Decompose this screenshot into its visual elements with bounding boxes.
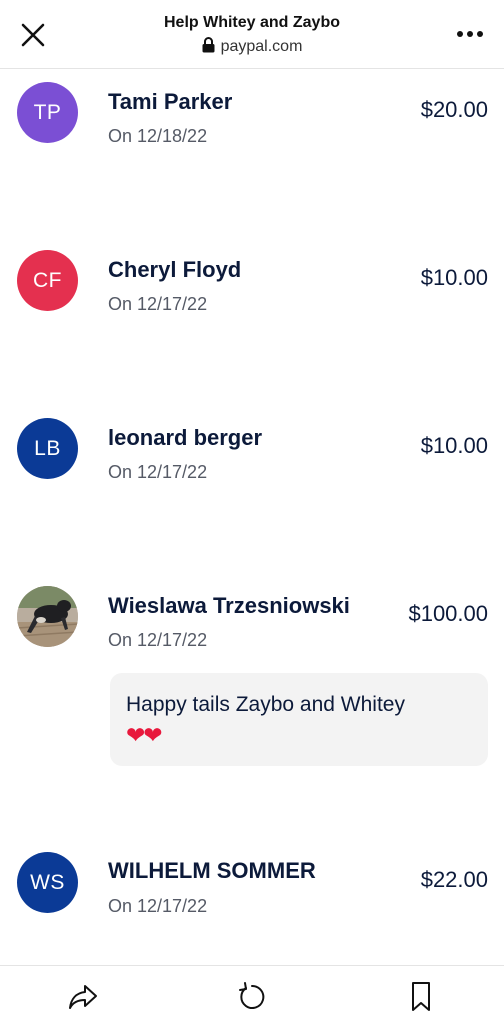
refresh-icon	[239, 982, 265, 1009]
bookmark-icon	[412, 982, 430, 1011]
heart-emoji: ❤❤	[126, 722, 163, 748]
donation-date: On 12/17/22	[108, 294, 208, 314]
avatar: CF	[17, 250, 78, 311]
refresh-button[interactable]	[235, 979, 269, 1013]
donation-amount: $10.00	[420, 265, 488, 290]
donation-date: On 12/17/22	[108, 896, 208, 916]
share-button[interactable]	[66, 979, 100, 1013]
avatar: WS	[17, 852, 78, 913]
avatar: TP	[17, 82, 78, 143]
donor-name: Wieslawa Trzesniowski	[108, 593, 350, 618]
donation-amount: $22.00	[420, 867, 488, 892]
page-title: Help Whitey and Zaybo	[163, 14, 340, 31]
donation-date: On 12/17/22	[108, 630, 208, 650]
lock-icon	[202, 37, 215, 53]
page-url: paypal.com	[0, 37, 504, 56]
bookmark-button[interactable]	[404, 979, 438, 1013]
donation-amount: $20.00	[420, 97, 488, 122]
bottom-toolbar	[0, 965, 504, 1023]
donation-amount: $10.00	[420, 433, 488, 458]
donation-amount: $100.00	[408, 601, 488, 626]
avatar-photo	[17, 586, 78, 647]
donation-date: On 12/17/22	[108, 462, 208, 482]
more-options-icon	[457, 31, 483, 37]
browser-header: Help Whitey and Zaybo paypal.com	[0, 0, 504, 69]
share-icon	[69, 985, 97, 1009]
dog-photo-icon	[17, 586, 78, 647]
donor-name: Cheryl Floyd	[108, 257, 242, 282]
donor-message-text: Happy tails Zaybo and Whitey	[126, 693, 405, 716]
donor-name: WILHELM SOMMER	[108, 858, 316, 883]
donor-message: Happy tails Zaybo and Whitey ❤❤	[110, 673, 488, 766]
donor-name: Tami Parker	[108, 89, 233, 114]
url-text: paypal.com	[220, 38, 303, 55]
donor-name: leonard berger	[108, 425, 263, 450]
donation-date: On 12/18/22	[108, 126, 208, 146]
more-options-button[interactable]	[452, 22, 488, 46]
avatar: LB	[17, 418, 78, 479]
